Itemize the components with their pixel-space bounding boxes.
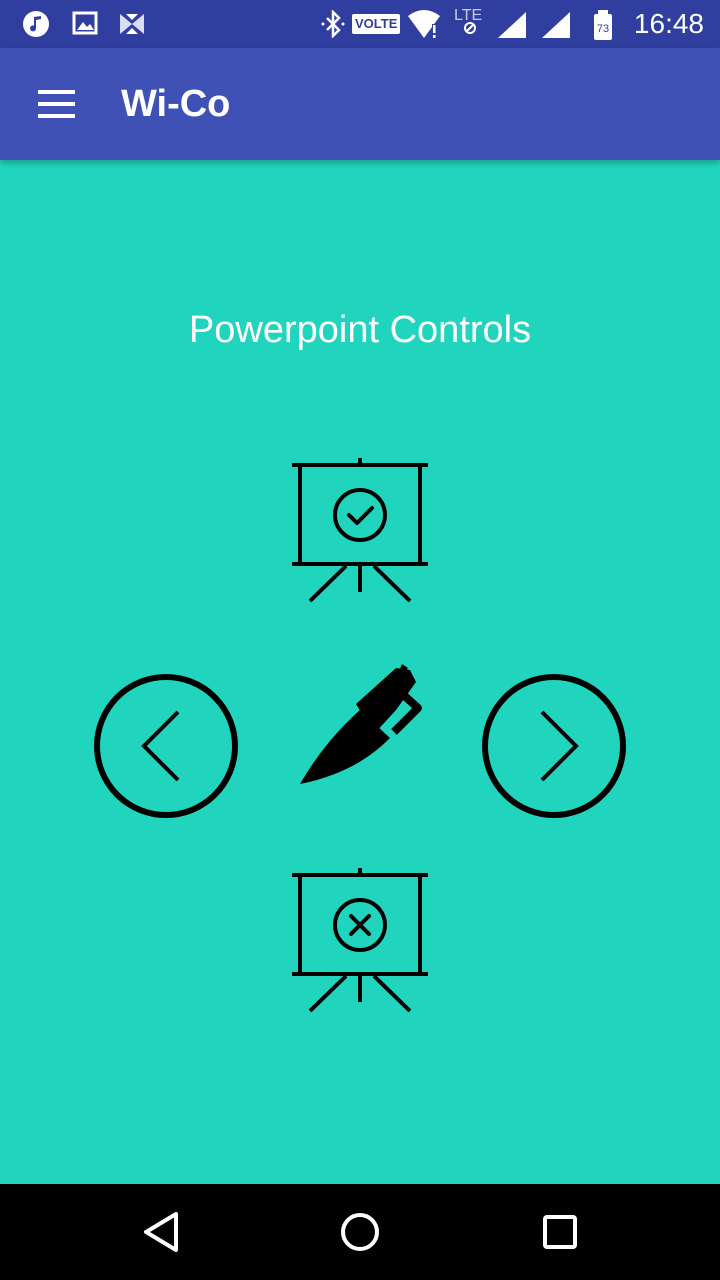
presentation-close-icon [292,868,428,1013]
app-notification-icon [120,14,144,34]
svg-text:73: 73 [597,23,609,35]
start-presentation-button[interactable] [280,450,440,610]
hamburger-menu-icon[interactable] [24,76,88,132]
pen-icon [300,664,422,784]
previous-slide-button[interactable] [86,666,246,826]
app-toolbar: Wi-Co [0,48,720,160]
svg-text:LTE: LTE [454,7,482,24]
stop-presentation-button[interactable] [280,860,440,1020]
app-title: Wi-Co [121,83,231,125]
music-icon [23,11,49,37]
status-time: 16:48 [633,8,704,39]
signal-icon [542,12,570,38]
gallery-icon [72,11,98,35]
next-slide-button[interactable] [474,666,634,826]
app-screen: VOLTE LTE 73 16:48 Wi-Co Powerpoint Cont… [0,0,720,1280]
chevron-right-circle-icon [482,674,626,818]
bluetooth-icon [321,10,345,38]
pen-tool-button[interactable] [290,660,430,794]
presentation-check-icon [292,458,428,603]
signal-icon [498,12,526,38]
recents-icon[interactable] [532,1204,588,1260]
section-heading: Powerpoint Controls [188,309,532,351]
back-icon[interactable] [132,1204,188,1260]
home-icon[interactable] [332,1204,388,1260]
battery-icon: 73 [594,10,612,40]
wifi-icon [408,10,440,38]
chevron-left-circle-icon [94,674,238,818]
system-nav-bar [0,1184,720,1280]
status-bar: VOLTE LTE 73 16:48 [0,0,720,48]
volte-icon: VOLTE [352,14,401,34]
lte-icon: LTE [454,7,482,34]
